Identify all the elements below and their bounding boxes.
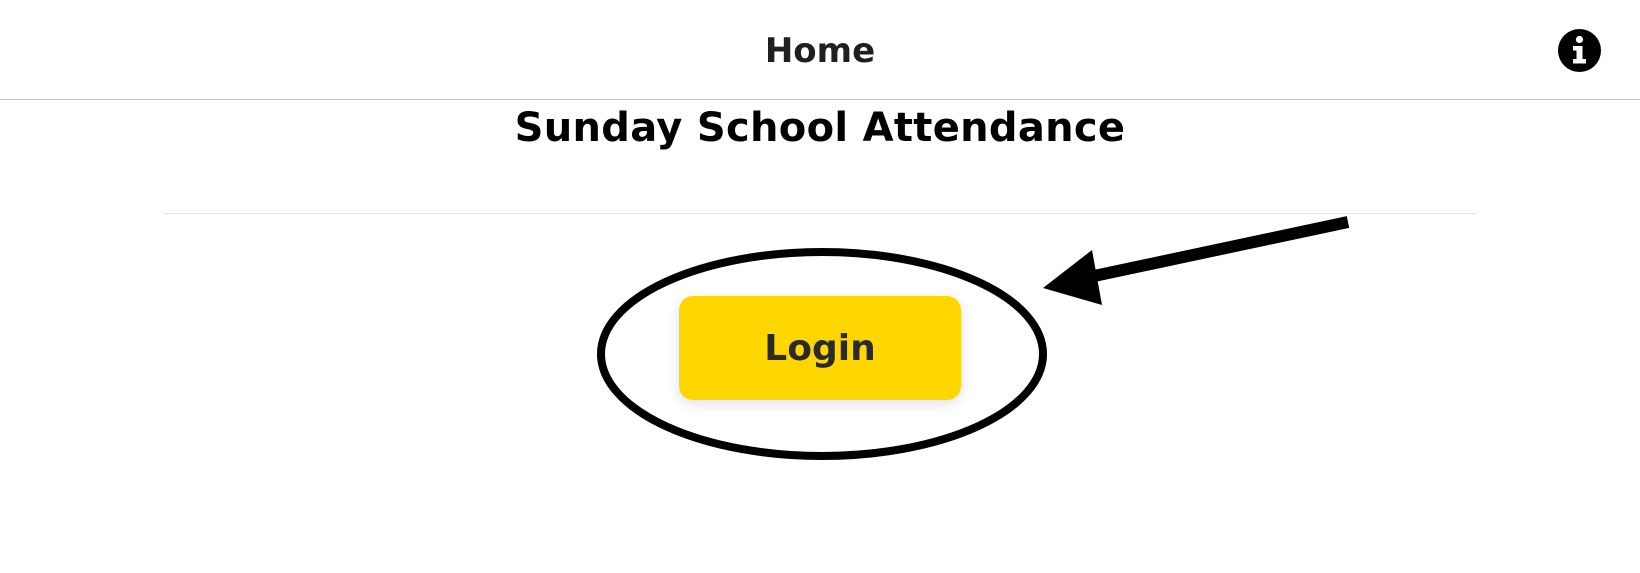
info-icon (1558, 29, 1601, 72)
login-button[interactable]: Login (679, 296, 961, 400)
pointer-arrow-shaft (1078, 216, 1350, 285)
section-divider (163, 213, 1477, 214)
info-button[interactable] (1558, 29, 1601, 72)
page-header-title: Home (764, 31, 876, 71)
app-title: Sunday School Attendance (514, 105, 1126, 151)
pointer-arrow-head (1043, 250, 1102, 305)
top-navigation-bar: Home (0, 0, 1640, 100)
